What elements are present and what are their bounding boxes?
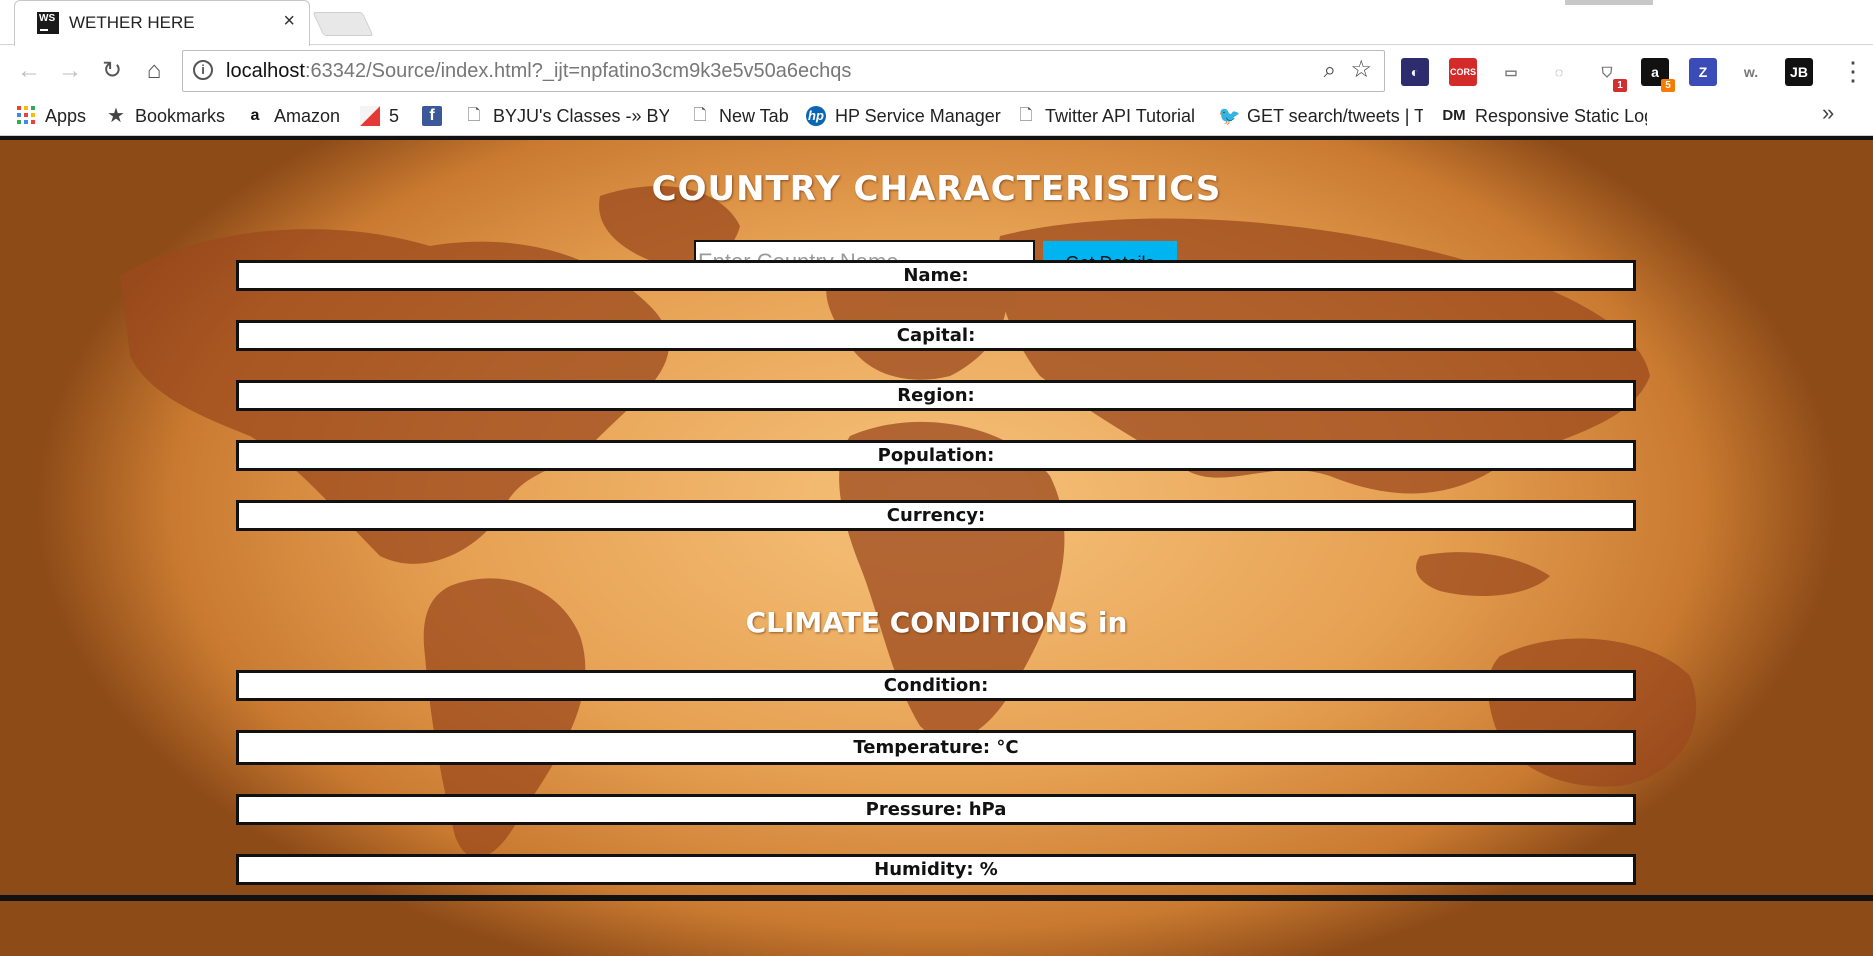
navigation-toolbar: ← → ↻ ⌂ i localhost:63342/Source/index.h… xyxy=(0,46,1873,98)
bookmark-bookmarks[interactable]: ★ Bookmarks xyxy=(106,102,225,130)
climate-condition-field: Condition: xyxy=(236,670,1636,701)
dm-icon: DM xyxy=(1442,107,1466,124)
bookmark-apps[interactable]: Apps xyxy=(16,102,86,130)
tab-close-icon[interactable]: × xyxy=(283,10,295,33)
address-bar[interactable]: i localhost:63342/Source/index.html?_ijt… xyxy=(182,50,1385,92)
facebook-icon: f xyxy=(422,106,442,126)
apps-grid-icon xyxy=(16,106,36,126)
home-icon[interactable]: ⌂ xyxy=(139,56,169,86)
bookmarks-overflow-chevron-icon[interactable]: » xyxy=(1822,100,1834,126)
url-host: localhost xyxy=(226,60,305,82)
bookmark-label: BYJU's Classes -» BYJU xyxy=(493,105,669,126)
bookmark-label: Amazon xyxy=(274,105,341,126)
back-arrow-icon[interactable]: ← xyxy=(14,56,44,86)
country-currency-field: Currency: xyxy=(236,500,1636,531)
twitter-icon: 🐦 xyxy=(1218,106,1241,126)
amazon-extension-icon[interactable]: a5 xyxy=(1641,58,1675,92)
bookmark-twitter-api[interactable]: 🗋 Twitter API Tutorial xyxy=(1016,102,1196,130)
bookmark-label: New Tab xyxy=(719,105,789,126)
webstorm-favicon-icon: WS xyxy=(37,12,59,34)
reload-icon[interactable]: ↻ xyxy=(97,56,127,86)
amazon-icon: a xyxy=(250,107,260,124)
climate-temperature-field: Temperature: °C xyxy=(236,730,1636,765)
tab-title: WETHER HERE xyxy=(69,13,195,32)
tab-strip: WS WETHER HERE × xyxy=(0,0,1873,46)
shield-extension-icon[interactable]: ⛉ 1 xyxy=(1593,58,1627,92)
bookmark-get-search-tweets[interactable]: 🐦 GET search/tweets | Tw xyxy=(1218,102,1423,130)
country-population-field: Population: xyxy=(236,440,1636,471)
bookmarks-bar: Apps ★ Bookmarks a Amazon 5 f 🗋 BYJU's C… xyxy=(0,98,1873,136)
red-flag-icon xyxy=(360,106,380,126)
z-extension-icon[interactable]: Z xyxy=(1689,58,1717,86)
zoom-icon[interactable]: ⌕ xyxy=(1324,57,1336,83)
page-icon: 🗋 xyxy=(467,107,481,124)
page-bottom-border xyxy=(0,895,1873,901)
bookmark-star-icon[interactable]: ☆ xyxy=(1350,55,1372,84)
forward-arrow-icon[interactable]: → xyxy=(55,56,85,86)
bookmark-hp-service-manager[interactable]: hp HP Service Manager xyxy=(806,102,1001,130)
page-title: COUNTRY CHARACTERISTICS xyxy=(651,169,1222,209)
bookmark-label: 5 xyxy=(389,105,400,126)
bookmark-byjus[interactable]: 🗋 BYJU's Classes -» BYJU xyxy=(464,102,669,130)
browser-menu-icon[interactable]: ⋮ xyxy=(1840,56,1866,87)
bookmark-five[interactable]: 5 xyxy=(360,102,399,130)
bookmark-label: Twitter API Tutorial xyxy=(1045,105,1196,126)
new-tab-button[interactable] xyxy=(312,12,374,36)
bookmark-new-tab[interactable]: 🗋 New Tab xyxy=(690,102,789,130)
country-capital-field: Capital: xyxy=(236,320,1636,351)
jb-extension-icon[interactable]: JB xyxy=(1785,58,1813,86)
cast-extension-icon[interactable]: ▭ xyxy=(1497,58,1525,86)
bookmark-label: GET search/tweets | Tw xyxy=(1247,105,1423,126)
extension-badge: 5 xyxy=(1661,79,1675,92)
app-content: COUNTRY CHARACTERISTICS Get Details Name… xyxy=(0,136,1873,896)
window-titlebar-highlight xyxy=(1565,0,1653,5)
w-extension-icon[interactable]: w. xyxy=(1737,58,1765,86)
site-info-icon[interactable]: i xyxy=(193,60,213,80)
climate-humidity-field: Humidity: % xyxy=(236,854,1636,885)
bookmark-responsive-static[interactable]: DM Responsive Static Log xyxy=(1442,102,1647,130)
page-icon: 🗋 xyxy=(1019,107,1033,124)
speedometer-extension-icon[interactable]: ◐ xyxy=(1401,58,1429,86)
hp-icon: hp xyxy=(806,106,826,126)
climate-pressure-field: Pressure: hPa xyxy=(236,794,1636,825)
bookmark-label: HP Service Manager xyxy=(835,105,1001,126)
extension-badge: 1 xyxy=(1613,79,1627,92)
favicon-text: WS xyxy=(39,13,56,24)
bookmark-label: Responsive Static Log xyxy=(1475,105,1647,126)
page-icon: 🗋 xyxy=(693,107,707,124)
bookmark-label: Apps xyxy=(45,105,87,126)
address-url[interactable]: localhost:63342/Source/index.html?_ijt=n… xyxy=(226,60,851,83)
star-icon: ★ xyxy=(107,105,125,127)
bookmark-amazon[interactable]: a Amazon xyxy=(245,102,341,130)
bookmark-label: Bookmarks xyxy=(135,105,226,126)
cors-extension-icon[interactable]: CORS xyxy=(1449,58,1477,86)
browser-tab-active[interactable]: WS WETHER HERE × xyxy=(14,0,310,46)
bookmark-facebook[interactable]: f xyxy=(422,102,451,130)
url-path: :63342/Source/index.html?_ijt=npfatino3c… xyxy=(304,60,852,82)
country-region-field: Region: xyxy=(236,380,1636,411)
circle-extension-icon[interactable]: ◌ xyxy=(1545,58,1573,86)
country-name-field: Name: xyxy=(236,260,1636,291)
climate-section-title: CLIMATE CONDITIONS in xyxy=(745,606,1128,639)
page-viewport: COUNTRY CHARACTERISTICS Get Details Name… xyxy=(0,136,1873,956)
